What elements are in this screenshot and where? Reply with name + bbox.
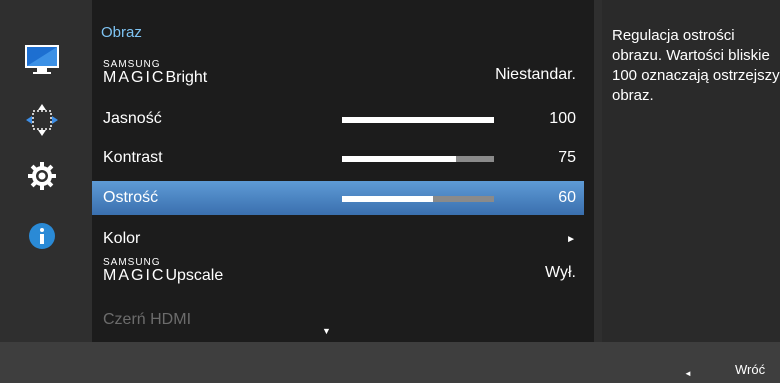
magic-brand-text: MAGIC — [103, 267, 166, 284]
sharpness-value: 60 — [558, 189, 576, 206]
menu-item-magic-bright[interactable]: SAMSUNG MAGICBright Niestandar. — [92, 58, 584, 92]
magic-upscale-label: SAMSUNG MAGICUpscale — [103, 258, 223, 284]
sidebar — [0, 0, 92, 342]
sharpness-slider-fill — [342, 196, 434, 202]
brightness-value: 100 — [549, 110, 576, 127]
help-text: Regulacja ostrości obrazu. Wartości blis… — [612, 27, 780, 104]
menu-item-contrast[interactable]: Kontrast 75 — [92, 141, 584, 175]
picture-menu: Obraz SAMSUNG MAGICBright Niestandar. Ja… — [92, 0, 594, 342]
magic-bright-value: Niestandar. — [495, 66, 576, 83]
scroll-down-icon[interactable]: ▼ — [322, 326, 331, 336]
contrast-slider[interactable] — [342, 156, 494, 162]
brightness-label: Jasność — [103, 110, 162, 127]
contrast-label: Kontrast — [103, 149, 163, 166]
menu-item-magic-upscale[interactable]: SAMSUNG MAGICUpscale Wył. — [92, 256, 584, 290]
contrast-value: 75 — [558, 149, 576, 166]
sharpness-label: Ostrość — [103, 189, 159, 206]
color-label: Kolor — [103, 230, 141, 247]
magic-bright-label: SAMSUNG MAGICBright — [103, 60, 207, 86]
menu-item-color[interactable]: Kolor ► — [92, 222, 584, 256]
help-panel: Regulacja ostrości obrazu. Wartości blis… — [602, 0, 780, 342]
brightness-slider-fill — [342, 117, 494, 123]
brightness-slider[interactable] — [342, 117, 494, 123]
monitor-icon[interactable] — [24, 42, 60, 78]
gear-icon[interactable] — [24, 158, 60, 194]
contrast-slider-fill — [342, 156, 456, 162]
magic-brand-text: MAGIC — [103, 69, 166, 86]
menu-item-hdmi-black: Czerń HDMI — [92, 303, 584, 337]
sharpness-slider[interactable] — [342, 196, 494, 202]
hdmi-black-label: Czerń HDMI — [103, 311, 192, 328]
submenu-arrow-icon: ► — [566, 234, 576, 245]
feature-name: Bright — [165, 69, 208, 86]
info-icon[interactable] — [24, 218, 60, 254]
menu-title: Obraz — [101, 24, 142, 41]
footer-bar — [0, 342, 780, 383]
back-arrow-icon[interactable]: ◄ — [684, 369, 692, 378]
menu-item-brightness[interactable]: Jasność 100 — [92, 102, 584, 136]
menu-item-sharpness[interactable]: Ostrość 60 — [92, 181, 584, 215]
back-button[interactable]: Wróć — [735, 362, 765, 377]
magic-upscale-value: Wył. — [545, 264, 576, 281]
resize-arrows-icon[interactable] — [24, 102, 60, 138]
feature-name: Upscale — [165, 267, 224, 284]
